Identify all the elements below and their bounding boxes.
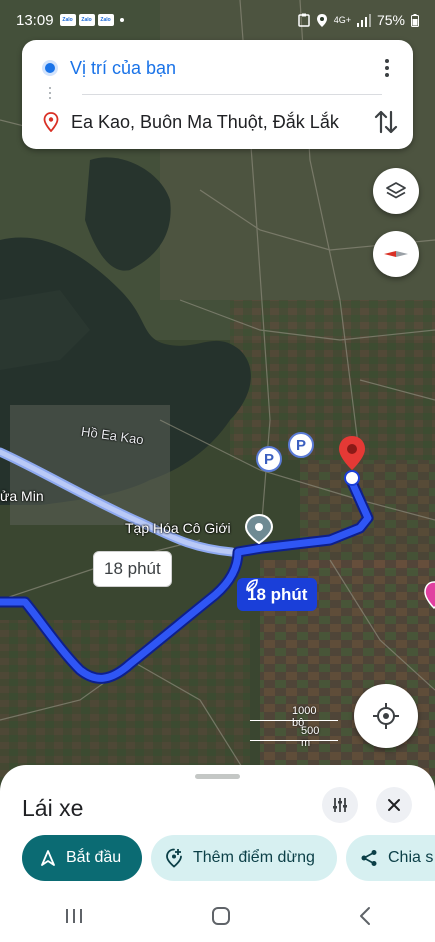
alt-route-time-label[interactable]: 18 phút [93, 551, 172, 587]
zalo-notification-icon: Zalo [97, 14, 114, 26]
location-status-icon [316, 13, 327, 27]
status-time: 13:09 [16, 11, 54, 29]
compass-button[interactable] [373, 231, 419, 277]
signal-icon [356, 13, 371, 27]
close-button[interactable] [376, 787, 412, 823]
eco-leaf-icon [246, 579, 258, 591]
share-icon [361, 850, 377, 866]
compass-icon [384, 251, 408, 257]
battery-icon [411, 13, 419, 27]
bottom-sheet: Lái xe Bắt đầu Thêm điểm dừng Chia s [0, 765, 435, 942]
more-options-button[interactable] [375, 56, 399, 80]
destination-pin-icon[interactable] [336, 434, 368, 486]
parking-icon[interactable]: P [288, 432, 314, 458]
my-location-button[interactable] [354, 684, 418, 748]
travel-mode-title: Lái xe [22, 795, 84, 821]
add-stop-button[interactable]: Thêm điểm dừng [151, 835, 337, 881]
destination-field[interactable]: Ea Kao, Buôn Ma Thuột, Đắk Lắk [22, 105, 413, 139]
network-type: 4G+ [333, 15, 351, 25]
zalo-notification-icon: Zalo [59, 14, 76, 26]
layers-icon [386, 182, 406, 199]
destination-text: Ea Kao, Buôn Ma Thuột, Đắk Lắk [71, 111, 339, 132]
home-icon[interactable] [211, 906, 231, 926]
scale-meters-label: 500 m [301, 725, 320, 749]
tune-icon [333, 798, 347, 812]
status-bar: 13:09 Zalo Zalo Zalo 4G+ 75% [0, 0, 435, 40]
place-label[interactable]: ửa Min [0, 488, 44, 504]
main-route-time-label[interactable]: 18 phút [237, 578, 318, 611]
layers-button[interactable] [373, 168, 419, 214]
share-label: Chia s [388, 849, 434, 866]
route-options-button[interactable] [322, 787, 358, 823]
clipboard-icon [297, 13, 310, 27]
close-icon [388, 799, 400, 811]
share-button[interactable]: Chia s [346, 835, 435, 881]
start-button[interactable]: Bắt đầu [22, 835, 142, 881]
directions-card: Vị trí của bạn Ea Kao, Buôn Ma Thuột, Đắ… [22, 40, 413, 149]
add-stop-label: Thêm điểm dừng [193, 849, 315, 866]
poi-pin-icon[interactable] [424, 581, 435, 609]
battery-percent: 75% [376, 12, 405, 28]
shop-pin-icon[interactable] [245, 514, 273, 544]
parking-icon[interactable]: P [256, 446, 282, 472]
destination-pin-icon [43, 112, 59, 132]
divider [82, 94, 382, 95]
swap-icon[interactable] [373, 108, 399, 136]
origin-text: Vị trí của bạn [70, 57, 177, 78]
shop-label[interactable]: Tạp Hóa Cô Giới [125, 520, 231, 536]
origin-field[interactable]: Vị trí của bạn [22, 52, 413, 84]
add-location-icon [166, 848, 182, 868]
start-label: Bắt đầu [66, 849, 122, 866]
recent-apps-icon[interactable] [64, 907, 84, 925]
sheet-drag-handle[interactable] [195, 774, 240, 779]
crosshair-icon [373, 703, 399, 729]
more-notifications-dot [119, 18, 124, 22]
route-dots-icon [49, 87, 51, 101]
zalo-notification-icon: Zalo [78, 14, 95, 26]
back-icon[interactable] [358, 906, 372, 926]
navigation-arrow-icon [41, 850, 55, 866]
system-nav-bar [0, 890, 435, 942]
origin-dot-icon [45, 63, 55, 73]
